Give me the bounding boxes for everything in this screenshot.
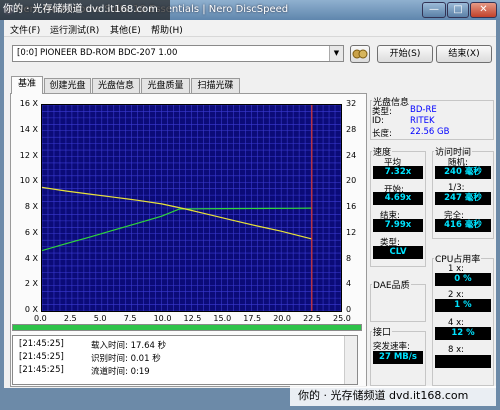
y2-tick-label: 24 — [346, 150, 357, 160]
exit-button[interactable]: 结束(X) — [436, 45, 492, 63]
x-tick-label: 10.0 — [153, 314, 172, 323]
minimize-button[interactable]: — — [422, 2, 446, 18]
cpu-1x-value: 0 % — [435, 273, 491, 286]
y-tick-label: 10 X — [19, 176, 38, 186]
log-panel: [21:45:25] 载入时间: 17.64 秒 [21:45:25] 识别时间… — [12, 335, 358, 385]
tab-disc-quality[interactable]: 光盘质量 — [141, 78, 190, 94]
y-tick-label: 0 X — [24, 305, 38, 314]
progress-bar — [12, 324, 362, 331]
drive-select-value: [0:0] PIONEER BD-ROM BDC-207 1.00 — [17, 48, 178, 58]
speed-start-value: 4.69x — [373, 192, 423, 205]
y-tick-label: 8 X — [24, 202, 38, 211]
menu-run-test[interactable]: 运行测试(R) — [50, 23, 99, 36]
y2-tick-label: 12 — [346, 227, 357, 237]
disc-id-label: ID: — [372, 116, 384, 126]
close-button[interactable]: ✕ — [470, 2, 497, 18]
tab-scan-disc[interactable]: 扫描光碟 — [191, 78, 240, 94]
y-tick-label: 14 X — [19, 124, 38, 134]
log-text: 载入时间: 17.64 秒 — [91, 341, 167, 351]
disc-length-value: 22.56 GB — [410, 127, 450, 137]
x-tick-label: 15.0 — [213, 314, 232, 323]
dae-quality-title: DAE品质 — [372, 278, 411, 291]
log-time: [21:45:25] — [19, 365, 64, 375]
watermark-top: 你的 · 光存储频道 dvd.it168.com — [0, 0, 170, 20]
y-tick-label: 16 X — [19, 99, 38, 108]
burst-rate-value: 27 MB/s — [373, 351, 423, 364]
watermark-bottom: 你的 · 光存储频道 dvd.it168.com — [290, 386, 496, 406]
interface-title: 接口 — [372, 325, 393, 338]
benchmark-chart — [41, 104, 342, 312]
drive-select[interactable]: [0:0] PIONEER BD-ROM BDC-207 1.00 ▼ — [12, 45, 344, 62]
x-tick-label: 0.0 — [34, 314, 47, 323]
speed-end-value: 7.99x — [373, 219, 423, 232]
y2-tick-label: 32 — [346, 99, 357, 108]
cpu-8x-value — [435, 355, 491, 368]
x-tick-label: 17.5 — [243, 314, 262, 323]
log-time: [21:45:25] — [19, 339, 64, 349]
cpu-2x-value: 1 % — [435, 299, 491, 312]
access-random-value: 240 毫秒 — [435, 166, 491, 179]
log-scrollbar[interactable] — [344, 336, 357, 384]
disc-length-label: 长度: — [372, 129, 392, 139]
y2-tick-label: 4 — [346, 279, 352, 289]
y2-tick-label: 0 — [346, 305, 352, 314]
tab-disc-info[interactable]: 光盘信息 — [92, 78, 140, 94]
x-tick-label: 20.0 — [273, 314, 291, 323]
x-tick-label: 12.5 — [183, 314, 202, 323]
y-tick-label: 2 X — [24, 279, 38, 289]
eject-icon — [352, 49, 368, 59]
menu-bar: 文件(F) 运行测试(R) 其他(E) 帮助(H) — [4, 20, 496, 37]
speed-avg-value: 7.32x — [373, 166, 423, 179]
y2-tick-label: 20 — [346, 176, 357, 186]
x-tick-label: 2.5 — [63, 314, 77, 323]
tab-benchmark[interactable]: 基准 — [11, 76, 43, 94]
x-tick-label: 5.0 — [93, 314, 107, 323]
menu-other[interactable]: 其他(E) — [110, 23, 141, 36]
log-text: 流道时间: 0:19 — [91, 367, 150, 377]
progress-fill — [13, 325, 361, 330]
x-tick-label: 25.0 — [333, 314, 351, 323]
log-time: [21:45:25] — [19, 352, 64, 362]
y-tick-label: 6 X — [24, 227, 38, 237]
x-tick-label: 22.5 — [303, 314, 321, 323]
menu-help[interactable]: 帮助(H) — [151, 23, 183, 36]
cpu-8x-label: 8 x: — [448, 345, 465, 355]
access-full-value: 416 毫秒 — [435, 219, 491, 232]
y-tick-label: 4 X — [24, 253, 38, 263]
start-button[interactable]: 开始(S) — [377, 45, 433, 63]
y2-tick-label: 28 — [346, 124, 357, 134]
access-third-value: 247 毫秒 — [435, 192, 491, 205]
tab-create-disc[interactable]: 创建光盘 — [44, 78, 91, 94]
log-text: 识别时间: 0.01 秒 — [91, 354, 161, 364]
x-tick-label: 7.5 — [123, 314, 137, 323]
cpu-4x-value: 12 % — [435, 327, 491, 340]
speed-type-value: CLV — [373, 246, 423, 259]
y2-tick-label: 16 — [346, 202, 357, 211]
disc-type-value: BD-RE — [410, 105, 437, 115]
y-tick-label: 12 X — [19, 150, 38, 160]
maximize-button[interactable]: □ — [447, 2, 469, 18]
y2-tick-label: 8 — [346, 253, 352, 263]
chevron-down-icon[interactable]: ▼ — [329, 46, 343, 61]
chart-svg — [42, 105, 341, 311]
eject-button[interactable] — [350, 45, 370, 63]
disc-id-value: RITEK — [410, 116, 435, 126]
menu-file[interactable]: 文件(F) — [10, 23, 40, 36]
